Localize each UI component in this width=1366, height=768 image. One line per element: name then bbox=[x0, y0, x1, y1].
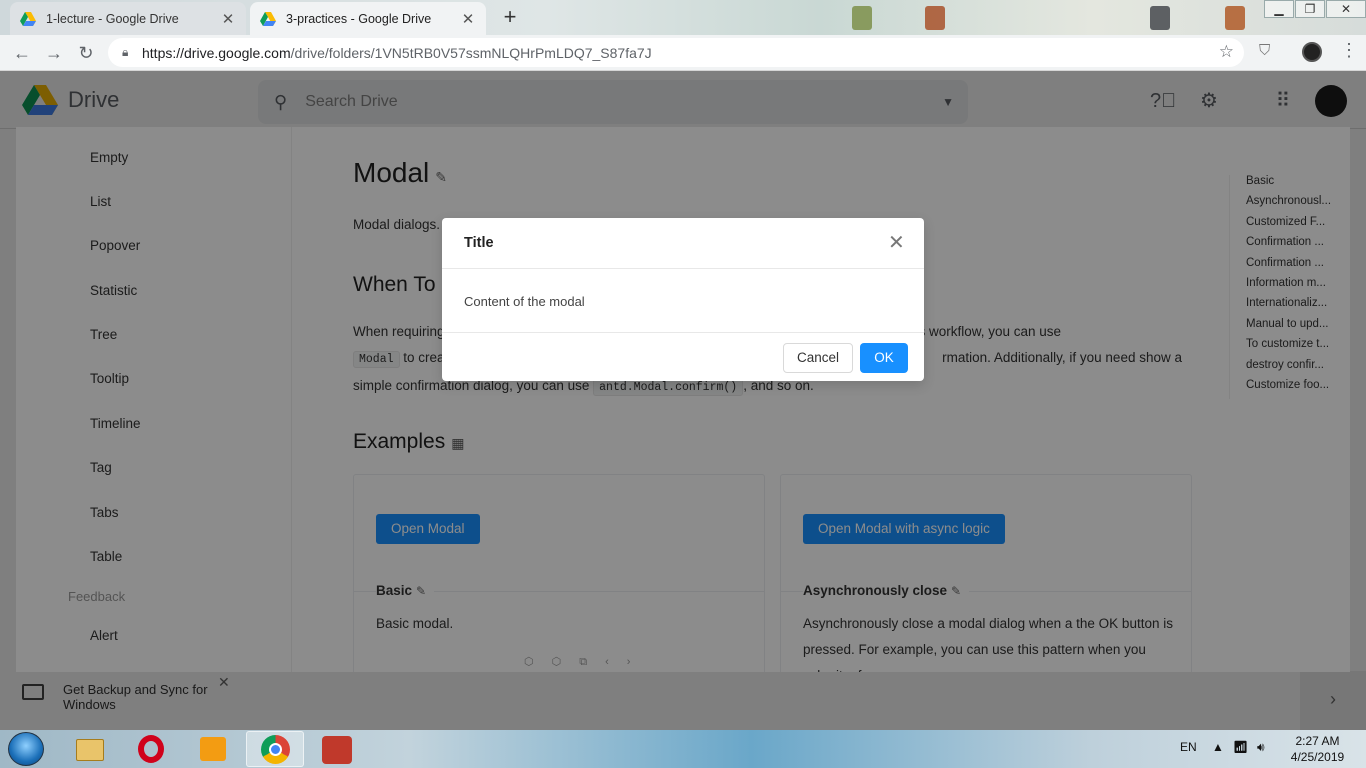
close-tab-icon[interactable]: ✕ bbox=[220, 10, 236, 28]
bookmark-star-icon[interactable]: ☆ bbox=[1219, 42, 1234, 62]
network-signal-icon[interactable]: 📶︎ bbox=[1233, 740, 1248, 754]
tab-1-lecture[interactable]: 1-lecture - Google Drive ✕ bbox=[10, 2, 246, 35]
desktop-wallpaper-decoration bbox=[925, 6, 945, 30]
address-bar[interactable]: 🔒︎ https://drive.google.com/drive/folder… bbox=[108, 38, 1244, 67]
lock-icon: 🔒︎ bbox=[122, 45, 129, 59]
opera-icon bbox=[138, 735, 164, 763]
close-tab-icon[interactable]: ✕ bbox=[460, 10, 476, 28]
modal-header bbox=[442, 218, 924, 269]
browser-tab-strip: 1-lecture - Google Drive ✕ 3-practices -… bbox=[0, 0, 1366, 35]
show-hidden-icons-icon[interactable]: ▲ bbox=[1212, 740, 1224, 754]
extension-shield-icon[interactable]: ⛉ bbox=[1259, 42, 1270, 59]
close-window-button[interactable]: ✕ bbox=[1326, 0, 1366, 18]
desktop-wallpaper-decoration bbox=[1225, 6, 1245, 30]
media-player-taskbar-button[interactable] bbox=[184, 731, 242, 767]
clock-time: 2:27 AM bbox=[1295, 734, 1340, 748]
profile-avatar[interactable] bbox=[1302, 42, 1322, 62]
desktop-wallpaper-decoration bbox=[852, 6, 872, 30]
modal-content: Content of the modal bbox=[464, 294, 585, 309]
back-arrow-icon[interactable]: ← bbox=[10, 41, 34, 65]
ok-button[interactable]: OK bbox=[860, 343, 908, 373]
maximize-window-button[interactable]: ❐ bbox=[1295, 0, 1325, 18]
forward-arrow-icon[interactable]: → bbox=[42, 41, 66, 65]
window-controls: ▁ ❐ ✕ bbox=[1263, 0, 1366, 20]
file-explorer-taskbar-button[interactable] bbox=[60, 731, 118, 767]
chrome-taskbar-button[interactable] bbox=[246, 731, 304, 767]
desktop-wallpaper-decoration bbox=[1150, 6, 1170, 30]
google-drive-icon bbox=[20, 11, 36, 26]
system-clock[interactable]: 2:27 AM 4/25/2019 bbox=[1285, 733, 1350, 765]
folder-icon bbox=[76, 739, 104, 761]
modal-footer: Cancel OK bbox=[442, 332, 924, 381]
downloader-icon bbox=[322, 736, 352, 764]
browser-menu-icon[interactable]: ⋮ bbox=[1340, 40, 1358, 61]
windows-taskbar: EN ▲ 📶︎ 🔊︎ 2:27 AM 4/25/2019 bbox=[0, 730, 1366, 768]
browser-toolbar: ← → ↻ 🔒︎ https://drive.google.com/drive/… bbox=[0, 35, 1366, 71]
opera-taskbar-button[interactable] bbox=[122, 731, 180, 767]
url-host: https://drive.google.com bbox=[142, 44, 291, 61]
minimize-window-button[interactable]: ▁ bbox=[1264, 0, 1294, 18]
new-tab-button[interactable]: + bbox=[497, 5, 523, 31]
downloader-taskbar-button[interactable] bbox=[308, 731, 366, 767]
url-path: /drive/folders/1VN5tRB0V57ssmNLQHrPmLDQ7… bbox=[290, 44, 652, 61]
google-drive-icon bbox=[260, 11, 276, 26]
media-player-icon bbox=[200, 737, 226, 761]
modal-title: Title bbox=[464, 235, 494, 251]
volume-icon[interactable]: 🔊︎ bbox=[1257, 740, 1265, 755]
modal-dialog: Title ✕ Content of the modal Cancel OK bbox=[442, 218, 924, 381]
modal-close-icon[interactable]: ✕ bbox=[888, 233, 905, 253]
start-button[interactable] bbox=[8, 732, 44, 766]
reload-icon[interactable]: ↻ bbox=[74, 41, 98, 65]
cancel-button[interactable]: Cancel bbox=[783, 343, 853, 373]
clock-date: 4/25/2019 bbox=[1290, 750, 1345, 764]
tab-title: 3-practices - Google Drive bbox=[286, 11, 432, 26]
tab-title: 1-lecture - Google Drive bbox=[46, 11, 179, 26]
modal-mask[interactable] bbox=[16, 127, 1350, 672]
chrome-icon bbox=[261, 735, 290, 764]
tab-3-practices[interactable]: 3-practices - Google Drive ✕ bbox=[250, 2, 486, 35]
tray-language[interactable]: EN bbox=[1180, 740, 1197, 754]
